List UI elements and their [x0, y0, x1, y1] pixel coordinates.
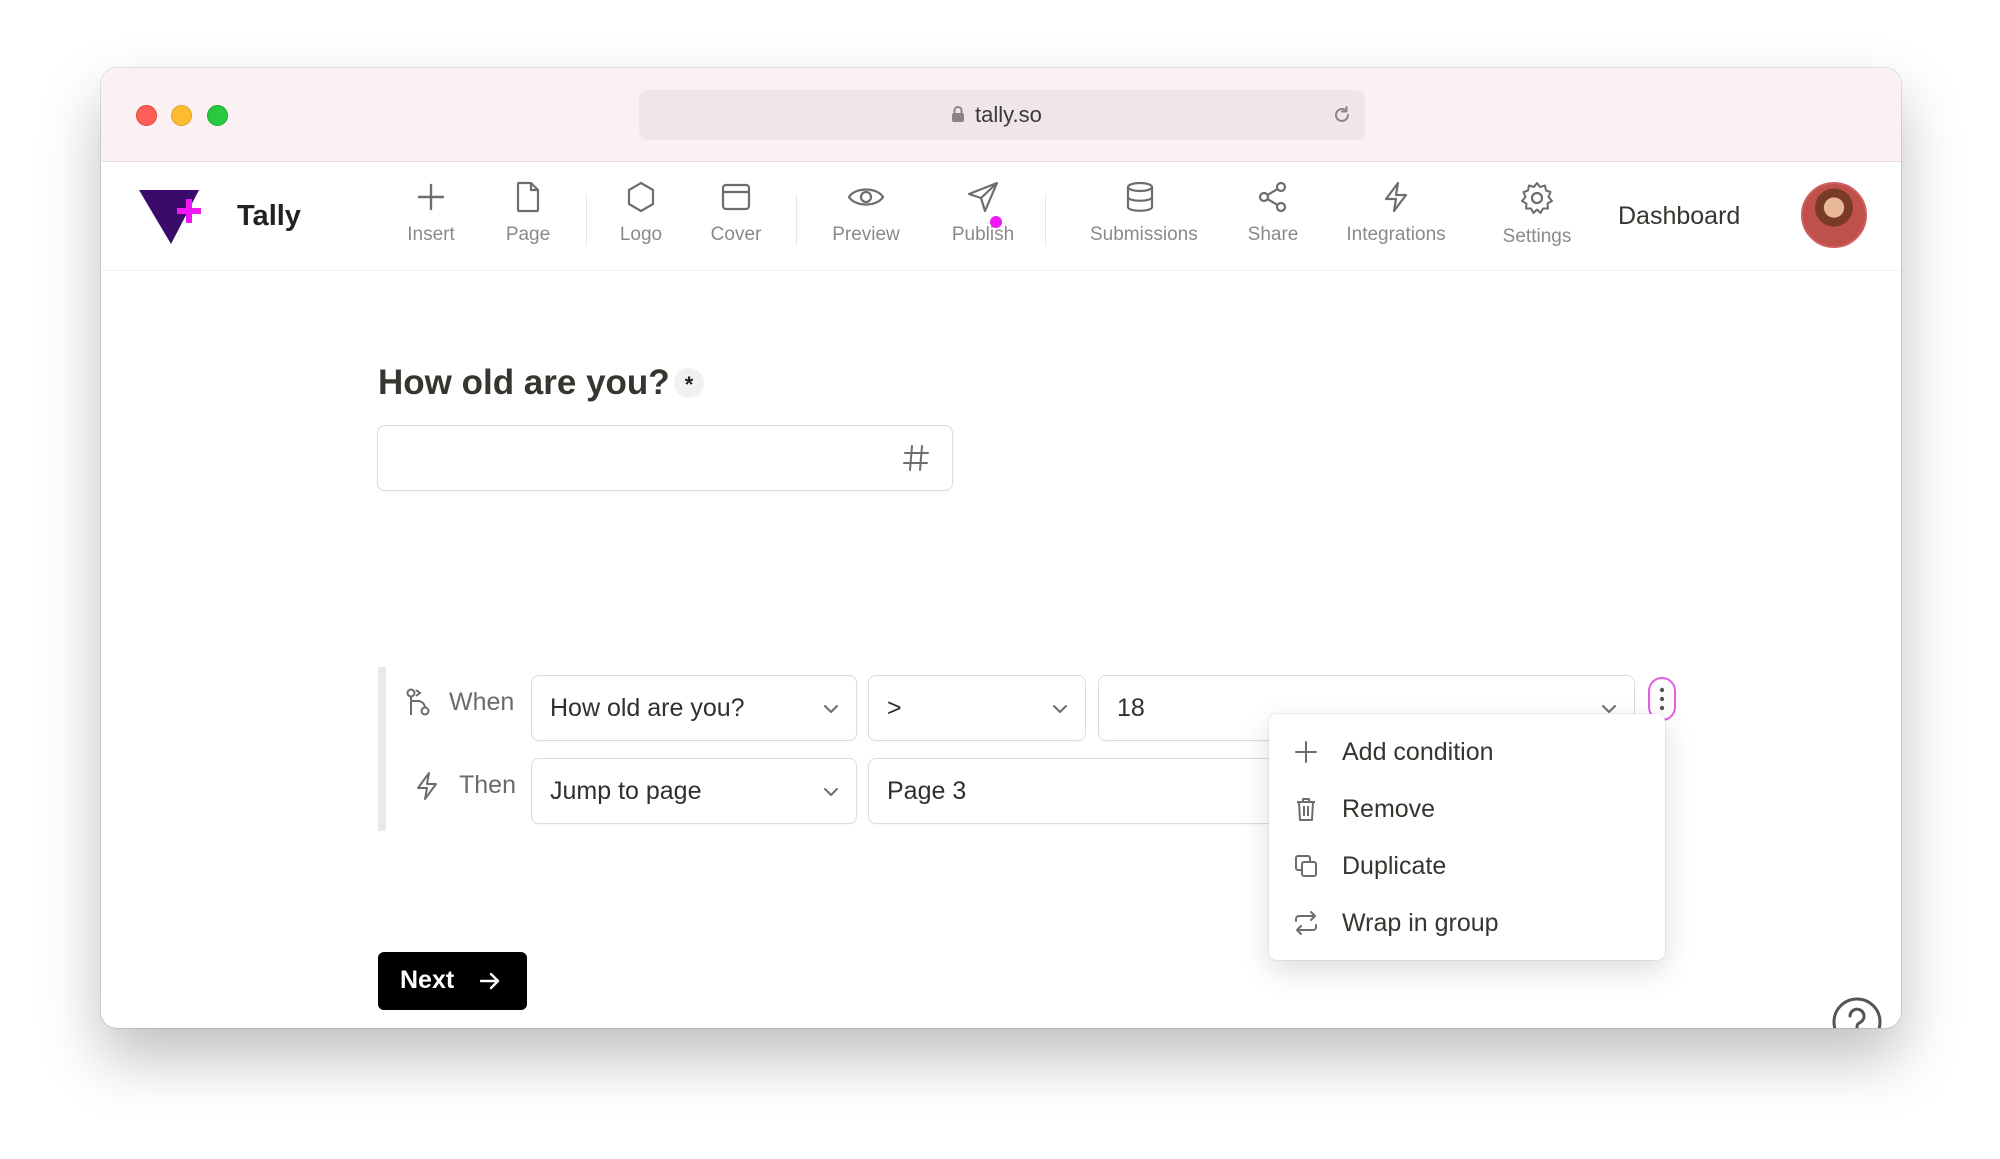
- plus-icon: [417, 183, 445, 211]
- insert-label: Insert: [407, 224, 455, 245]
- chevron-down-icon: [824, 705, 838, 713]
- logic-options-menu: Add condition Remove Duplicate Wrap in g…: [1269, 714, 1665, 960]
- tally-logo-icon[interactable]: [137, 186, 203, 246]
- send-icon: [967, 181, 999, 213]
- operator-value: >: [887, 694, 902, 722]
- branch-icon: [406, 688, 430, 716]
- brand-name: Tally: [237, 200, 301, 232]
- browser-titlebar: tally.so: [101, 68, 1901, 162]
- toolbar-separator: [586, 194, 587, 246]
- lightning-icon: [417, 772, 437, 800]
- next-button-label: Next: [400, 966, 455, 994]
- cover-label: Cover: [710, 224, 762, 245]
- required-badge[interactable]: *: [674, 368, 704, 398]
- menu-item-add-condition[interactable]: Add condition: [1269, 724, 1665, 780]
- action-value: Jump to page: [550, 777, 702, 805]
- page-label: Page: [505, 224, 551, 245]
- share-button[interactable]: Share: [1223, 180, 1323, 246]
- integrations-button[interactable]: Integrations: [1346, 180, 1446, 246]
- next-button[interactable]: Next: [378, 952, 527, 1010]
- question-title[interactable]: How old are you?: [378, 363, 670, 403]
- submissions-label: Submissions: [1090, 224, 1198, 245]
- chevron-down-icon: [824, 788, 838, 796]
- dashboard-link[interactable]: Dashboard: [1618, 202, 1740, 231]
- lock-icon: [952, 106, 964, 122]
- preview-button[interactable]: Preview: [816, 180, 916, 246]
- menu-item-label: Wrap in group: [1342, 909, 1499, 937]
- maximize-window-button[interactable]: [207, 105, 228, 126]
- lightning-icon: [1384, 181, 1408, 213]
- help-icon[interactable]: [1831, 996, 1883, 1028]
- trash-icon: [1297, 798, 1315, 821]
- when-label: When: [449, 688, 515, 716]
- cover-icon: [721, 183, 751, 211]
- menu-item-label: Add condition: [1342, 738, 1494, 766]
- operator-select[interactable]: >: [868, 675, 1086, 741]
- publish-label: Publish: [951, 224, 1015, 245]
- publish-button[interactable]: Publish: [933, 180, 1033, 246]
- share-icon: [1258, 181, 1287, 213]
- eye-icon: [847, 188, 885, 206]
- toolbar-separator: [796, 194, 797, 246]
- more-vertical-icon: [1659, 687, 1665, 711]
- close-window-button[interactable]: [136, 105, 157, 126]
- submissions-button[interactable]: Submissions: [1090, 180, 1198, 246]
- user-avatar[interactable]: [1801, 182, 1867, 248]
- target-page-value: Page 3: [887, 777, 967, 805]
- settings-button[interactable]: Settings: [1487, 180, 1587, 248]
- logo-button[interactable]: Logo: [591, 180, 691, 246]
- reload-icon[interactable]: [1331, 104, 1353, 126]
- condition-field-value: How old are you?: [550, 694, 745, 722]
- hash-icon: [903, 445, 929, 471]
- insert-button[interactable]: Insert: [381, 180, 481, 246]
- page-icon: [516, 181, 540, 213]
- action-select[interactable]: Jump to page: [531, 758, 857, 824]
- condition-value: 18: [1117, 694, 1145, 722]
- logic-block-bar: [378, 667, 386, 831]
- menu-item-remove[interactable]: Remove: [1269, 781, 1665, 837]
- then-label: Then: [459, 771, 516, 799]
- unpublished-changes-dot: [990, 216, 1002, 228]
- menu-item-label: Remove: [1342, 795, 1436, 823]
- toolbar-separator: [1045, 194, 1046, 246]
- menu-item-wrap-in-group[interactable]: Wrap in group: [1269, 895, 1665, 951]
- condition-field-select[interactable]: How old are you?: [531, 675, 857, 741]
- form-editor: How old are you? * When How old are you?…: [101, 271, 1901, 1028]
- menu-item-label: Duplicate: [1342, 852, 1447, 880]
- url-text: tally.so: [975, 102, 1042, 127]
- page-button[interactable]: Page: [478, 180, 578, 246]
- browser-window: tally.so Tally Insert Page Logo Cover Pr…: [101, 68, 1901, 1028]
- arrow-right-icon: [479, 972, 500, 990]
- database-icon: [1126, 181, 1154, 212]
- menu-item-duplicate[interactable]: Duplicate: [1269, 838, 1665, 894]
- age-number-input[interactable]: [377, 425, 953, 491]
- cover-button[interactable]: Cover: [686, 180, 786, 246]
- minimize-window-button[interactable]: [171, 105, 192, 126]
- chevron-down-icon: [1053, 705, 1067, 713]
- share-label: Share: [1247, 224, 1299, 245]
- gear-icon: [1521, 182, 1553, 214]
- copy-icon: [1295, 855, 1317, 877]
- hexagon-icon: [627, 181, 655, 213]
- editor-toolbar: Tally Insert Page Logo Cover Preview Pub…: [101, 162, 1901, 271]
- logo-label: Logo: [619, 224, 663, 245]
- integrations-label: Integrations: [1346, 224, 1446, 245]
- plus-icon: [1295, 741, 1317, 763]
- settings-label: Settings: [1502, 226, 1572, 247]
- preview-label: Preview: [832, 224, 900, 245]
- repeat-icon: [1295, 911, 1317, 935]
- address-bar[interactable]: tally.so: [639, 90, 1365, 140]
